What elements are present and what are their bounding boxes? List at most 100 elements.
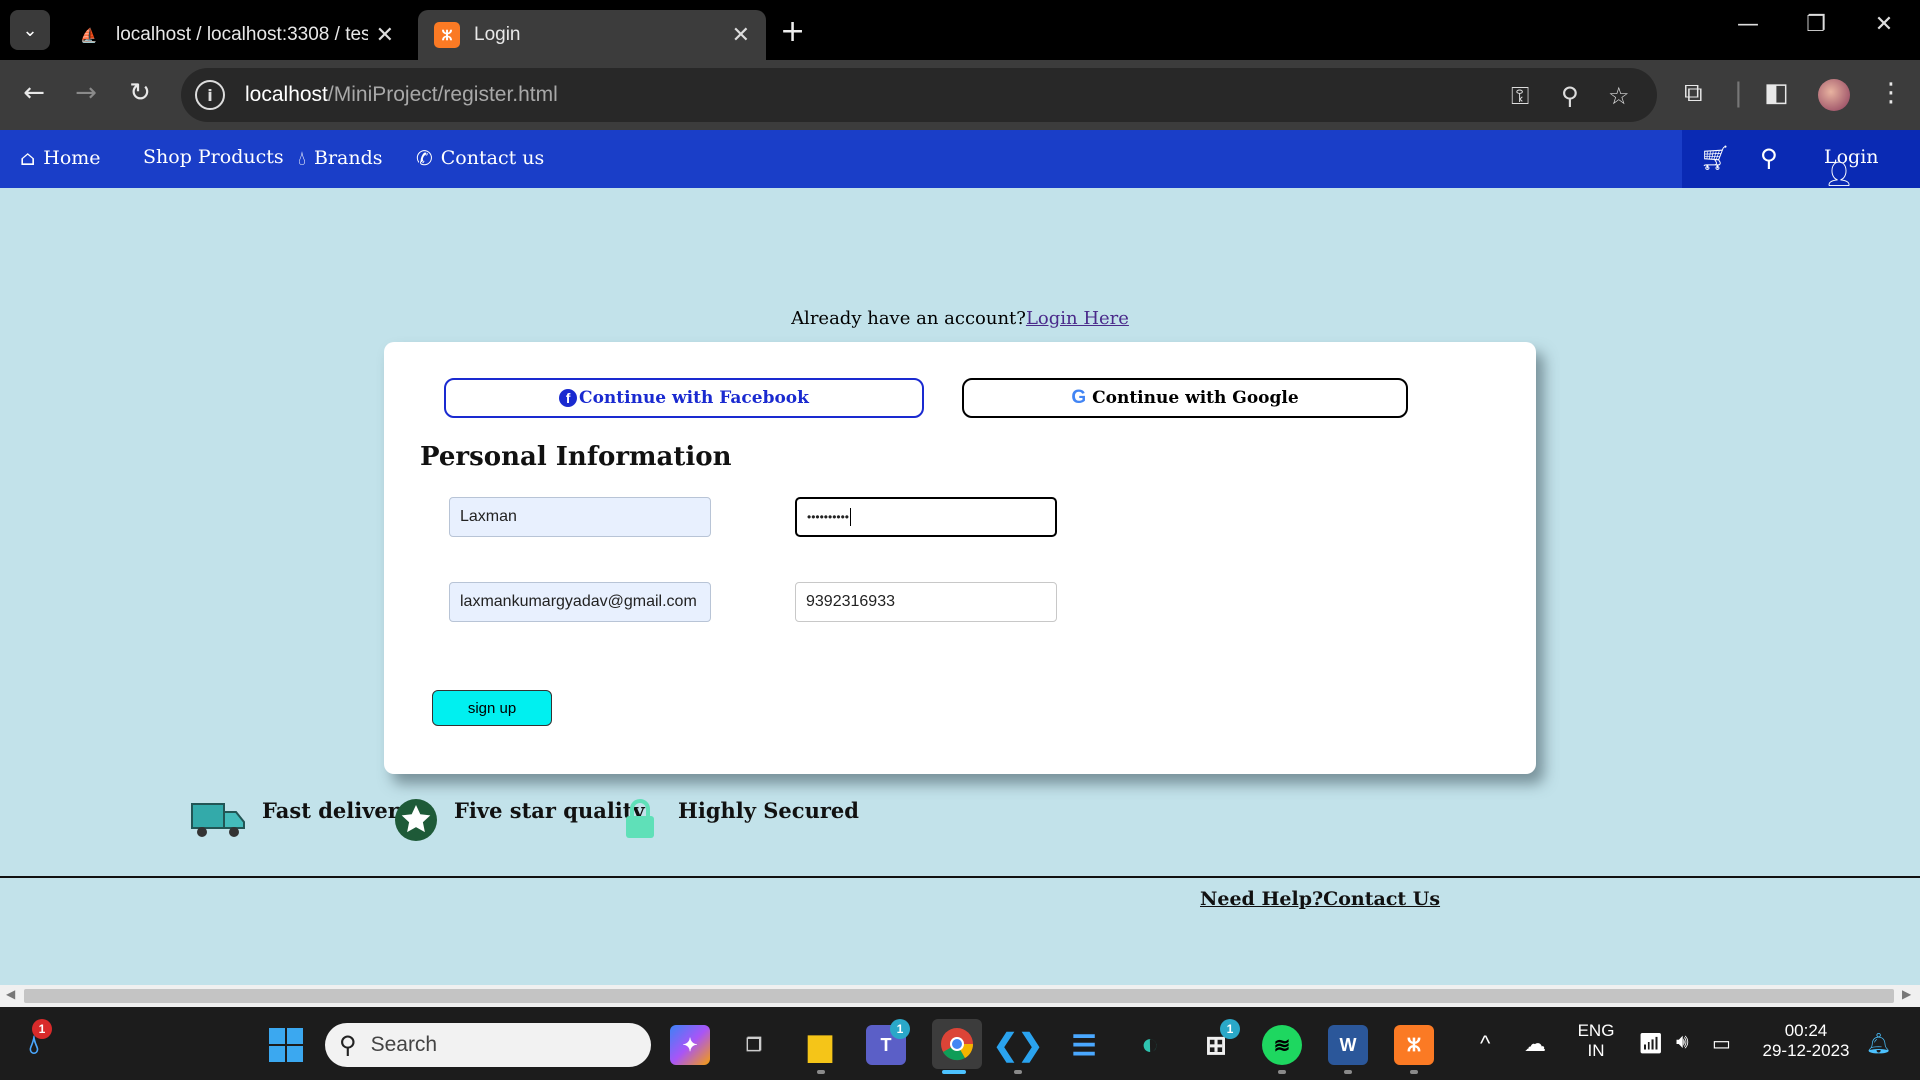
copilot-icon[interactable]: ✦ [670, 1025, 710, 1065]
bookmark-star-icon[interactable]: ☆ [1608, 82, 1630, 110]
word-icon[interactable]: W [1328, 1025, 1368, 1065]
nav-brands[interactable]: 💧︎ Brands [298, 146, 383, 170]
lang-top: ENG [1577, 1021, 1615, 1040]
phone-icon: ✆ [416, 146, 433, 170]
site-info-icon[interactable]: i [195, 80, 225, 110]
tab-close-icon[interactable]: ✕ [376, 22, 394, 48]
google-label: Continue with Google [1092, 388, 1299, 408]
phone-value: 9392316933 [806, 593, 895, 610]
search-placeholder: Search [370, 1033, 438, 1056]
scroll-left-icon[interactable]: ◀ [6, 987, 15, 1001]
need-help-link[interactable]: Need Help?Contact Us [1200, 888, 1440, 910]
login-here-link[interactable]: Login Here [1026, 308, 1129, 329]
taskbar-search[interactable]: ⚲ Search [325, 1023, 651, 1067]
weather-badge: 1 [32, 1019, 52, 1039]
forward-icon[interactable]: → [68, 78, 104, 108]
running-indicator [1014, 1070, 1022, 1074]
windows-taskbar: 💧︎ 1 ⚲ Search ✦ ❐ ▆ T 1 ❮❯ ☰ ◐ ⊞ 1 ≋ W ⵣ… [0, 1007, 1920, 1080]
vscode-icon[interactable]: ❮❯ [993, 1025, 1043, 1065]
nav-shop-label: Shop Products [143, 146, 284, 168]
star-icon [395, 799, 437, 841]
spotify-icon[interactable]: ≋ [1262, 1025, 1302, 1065]
task-view-icon[interactable]: ❐ [734, 1025, 774, 1065]
tab-search-button[interactable]: ⌄ [10, 10, 50, 50]
scrollbar-thumb[interactable] [24, 989, 1894, 1003]
chrome-icon[interactable] [932, 1019, 982, 1069]
tab-title: localhost / localhost:3308 / test [116, 24, 368, 45]
edge-icon[interactable]: ◐ [1130, 1025, 1170, 1065]
clock-date: 29-12-2023 [1762, 1041, 1850, 1060]
password-input[interactable]: •••••••••• [795, 497, 1057, 537]
already-text: Already have an account? [791, 308, 1026, 329]
name-input[interactable]: Laxman [449, 497, 711, 537]
teams-badge: 1 [890, 1019, 910, 1039]
signup-button[interactable]: sign up [432, 690, 552, 726]
language-indicator[interactable]: ENG IN [1576, 1021, 1616, 1061]
toolbar-separator: | [1734, 78, 1743, 108]
tab-phpmyadmin[interactable]: ⛵ localhost / localhost:3308 / test ✕ [60, 10, 410, 60]
nav-home[interactable]: ⌂ Home [20, 146, 101, 170]
phpmyadmin-icon: ⛵ [80, 26, 98, 43]
tray-chevron-icon[interactable]: ^ [1480, 1031, 1490, 1057]
windows-start-icon[interactable] [266, 1025, 306, 1065]
search-icon[interactable]: ⚲ [1760, 144, 1778, 172]
scroll-right-icon[interactable]: ▶ [1902, 987, 1911, 1001]
nav-login[interactable]: 👤︎ Login [1824, 146, 1879, 188]
clock-time: 00:24 [1784, 1021, 1828, 1040]
xampp-icon: ⵣ [434, 22, 460, 48]
nav-shop-products[interactable]: Shop Products [143, 146, 284, 168]
name-value: Laxman [460, 508, 517, 525]
back-icon[interactable]: ← [16, 78, 52, 108]
xampp-icon[interactable]: ⵣ [1394, 1025, 1434, 1065]
active-indicator [942, 1070, 966, 1074]
google-button[interactable]: G Continue with Google [962, 378, 1408, 418]
notification-bell-icon[interactable]: 🔔︎ [1866, 1031, 1891, 1056]
browser-toolbar: ← → ↻ i localhost/MiniProject/register.h… [0, 60, 1920, 130]
nav-contact[interactable]: ✆ Contact us [416, 146, 544, 170]
facebook-button[interactable]: f Continue with Facebook [444, 378, 924, 418]
chrome-menu-icon[interactable]: ⋮ [1878, 78, 1904, 108]
running-indicator [1410, 1070, 1418, 1074]
file-explorer-icon[interactable]: ▆ [800, 1025, 840, 1065]
window-close-icon[interactable]: ✕ [1864, 12, 1904, 37]
reload-icon[interactable]: ↻ [122, 78, 158, 108]
home-icon: ⌂ [20, 146, 36, 170]
feature-fast-delivery: Fast delivery [262, 798, 412, 823]
onedrive-icon[interactable]: ☁ [1524, 1031, 1546, 1057]
tab-login[interactable]: ⵣ Login ✕ [418, 10, 766, 60]
address-bar[interactable]: i localhost/MiniProject/register.html ⚿ … [181, 68, 1657, 122]
browser-tab-bar: ⌄ ⛵ localhost / localhost:3308 / test ✕ … [0, 0, 1920, 60]
tab-close-icon[interactable]: ✕ [732, 22, 750, 48]
zoom-icon[interactable]: ⚲ [1561, 82, 1579, 110]
horizontal-scrollbar[interactable]: ◀ ▶ [0, 985, 1920, 1007]
web-page: ⌂ Home Shop Products 💧︎ Brands ✆ Contact… [0, 130, 1920, 985]
lock-icon [626, 799, 654, 838]
google-icon: G [1071, 387, 1087, 408]
tab-title: Login [474, 24, 521, 45]
notepad-icon[interactable]: ☰ [1064, 1025, 1104, 1065]
url-text: localhost/MiniProject/register.html [245, 83, 558, 106]
side-panel-icon[interactable]: ◧ [1764, 78, 1789, 108]
running-indicator [1344, 1070, 1352, 1074]
password-key-icon[interactable]: ⚿ [1511, 82, 1529, 110]
minimize-icon[interactable]: — [1728, 12, 1768, 37]
email-value: laxmankumargyadav@gmail.com [460, 593, 697, 610]
restore-icon[interactable]: ❐ [1796, 12, 1836, 37]
profile-avatar[interactable] [1818, 79, 1850, 111]
site-navbar: ⌂ Home Shop Products 💧︎ Brands ✆ Contact… [0, 130, 1920, 188]
wifi-icon[interactable]: 📶︎ [1638, 1031, 1663, 1056]
nav-brands-label: Brands [314, 147, 383, 169]
clock[interactable]: 00:24 29-12-2023 [1756, 1021, 1856, 1061]
search-icon: ⚲ [339, 1031, 357, 1059]
new-tab-icon[interactable]: + [780, 14, 805, 49]
email-input[interactable]: laxmankumargyadav@gmail.com [449, 582, 711, 622]
phone-input[interactable]: 9392316933 [795, 582, 1057, 622]
extensions-icon[interactable]: ⧉ [1684, 78, 1703, 109]
password-value: •••••••••• [807, 510, 850, 524]
cart-icon[interactable]: 🛒︎ [1700, 144, 1730, 172]
volume-icon[interactable]: 🔊︎ [1676, 1031, 1689, 1054]
text-cursor [850, 508, 852, 526]
battery-icon[interactable]: ▭ [1712, 1031, 1731, 1056]
user-icon: 👤︎ [1824, 160, 1855, 188]
section-title: Personal Information [420, 442, 732, 472]
